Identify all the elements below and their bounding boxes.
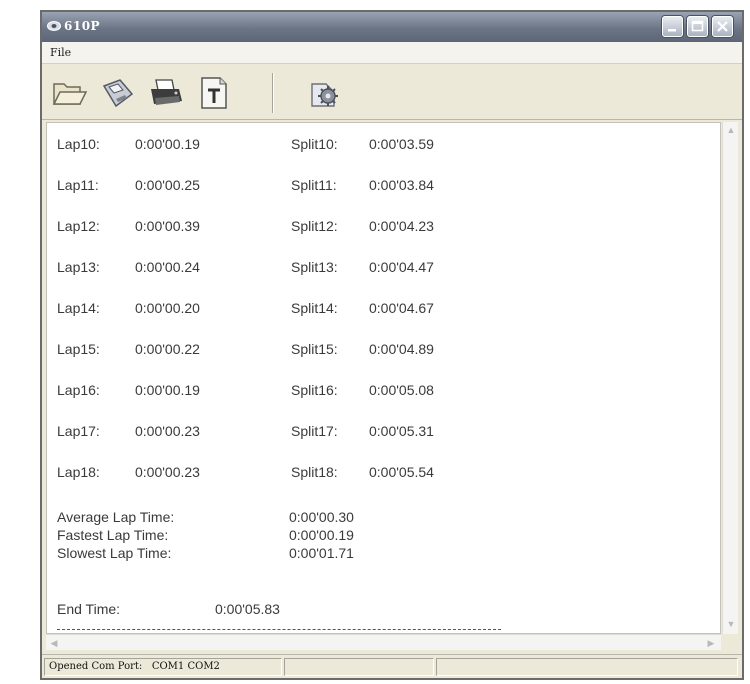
app-icon bbox=[47, 21, 61, 31]
text-export-button[interactable] bbox=[194, 74, 234, 112]
scroll-right-icon[interactable]: ▶ bbox=[703, 635, 719, 651]
text-document-icon bbox=[201, 77, 227, 109]
horizontal-scrollbar[interactable]: ◀ ▶ bbox=[46, 634, 721, 650]
open-folder-icon bbox=[52, 83, 88, 105]
average-lap-value: 0:00'00.30 bbox=[289, 509, 354, 525]
lap-row: Lap13: 0:00'00.24 Split13: 0:00'04.47 bbox=[47, 259, 547, 279]
end-time-value: 0:00'05.83 bbox=[215, 601, 280, 617]
lap-time: 0:00'00.23 bbox=[135, 464, 200, 480]
app-window: 610P File Lap10: 0:00'00.19 Split10: 0:0… bbox=[40, 10, 744, 680]
title-bar[interactable]: 610P bbox=[42, 12, 742, 42]
lap-label: Lap16: bbox=[57, 382, 100, 398]
settings-button[interactable] bbox=[304, 74, 344, 112]
scroll-down-icon[interactable]: ▼ bbox=[723, 616, 739, 632]
scroll-left-icon[interactable]: ◀ bbox=[46, 635, 62, 651]
lap-label: Lap11: bbox=[57, 177, 99, 193]
slowest-lap-value: 0:00'01.71 bbox=[289, 545, 354, 561]
lap-time: 0:00'00.20 bbox=[135, 300, 200, 316]
split-time: 0:00'04.67 bbox=[369, 300, 434, 316]
lap-time: 0:00'00.23 bbox=[135, 423, 200, 439]
split-time: 0:00'03.84 bbox=[369, 177, 434, 193]
close-icon bbox=[717, 21, 728, 32]
menu-file[interactable]: File bbox=[50, 46, 71, 59]
lap-time: 0:00'00.19 bbox=[135, 136, 200, 152]
split-label: Split13: bbox=[291, 259, 338, 275]
fastest-lap-value: 0:00'00.19 bbox=[289, 527, 354, 543]
lap-label: Lap18: bbox=[57, 464, 100, 480]
split-time: 0:00'04.89 bbox=[369, 341, 434, 357]
lap-row: Lap14: 0:00'00.20 Split14: 0:00'04.67 bbox=[47, 300, 547, 320]
lap-time: 0:00'00.39 bbox=[135, 218, 200, 234]
lap-label: Lap14: bbox=[57, 300, 100, 316]
split-label: Split15: bbox=[291, 341, 338, 357]
status-panel bbox=[436, 658, 738, 676]
vertical-scrollbar[interactable]: ▲ ▼ bbox=[722, 122, 738, 634]
split-label: Split12: bbox=[291, 218, 338, 234]
split-label: Split10: bbox=[291, 136, 338, 152]
scroll-up-icon[interactable]: ▲ bbox=[723, 122, 739, 138]
fastest-lap-label: Fastest Lap Time: bbox=[57, 527, 169, 543]
lap-label: Lap17: bbox=[57, 423, 100, 439]
toolbar-separator bbox=[272, 73, 274, 113]
split-label: Split16: bbox=[291, 382, 338, 398]
print-button[interactable] bbox=[146, 74, 186, 112]
lap-time: 0:00'00.24 bbox=[135, 259, 200, 275]
split-label: Split18: bbox=[291, 464, 338, 480]
average-lap-label: Average Lap Time: bbox=[57, 509, 175, 525]
split-time: 0:00'05.54 bbox=[369, 464, 434, 480]
close-button[interactable] bbox=[712, 16, 733, 37]
lap-row: Lap11: 0:00'00.25 Split11: 0:00'03.84 bbox=[47, 177, 547, 197]
lap-time: 0:00'00.25 bbox=[135, 177, 200, 193]
lap-label: Lap15: bbox=[57, 341, 100, 357]
toolbar bbox=[42, 65, 742, 120]
lap-row: Lap18: 0:00'00.23 Split18: 0:00'05.54 bbox=[47, 464, 547, 484]
end-time-label: End Time: bbox=[57, 601, 121, 617]
lap-label: Lap13: bbox=[57, 259, 100, 275]
printer-icon bbox=[151, 79, 182, 105]
status-bar: Opened Com Port: COM1 COM2 bbox=[42, 654, 742, 678]
save-button[interactable] bbox=[98, 74, 138, 112]
slowest-lap-label: Slowest Lap Time: bbox=[57, 545, 172, 561]
split-time: 0:00'05.31 bbox=[369, 423, 434, 439]
lap-time: 0:00'00.22 bbox=[135, 341, 200, 357]
open-button[interactable] bbox=[50, 74, 90, 112]
split-label: Split14: bbox=[291, 300, 338, 316]
split-time: 0:00'04.47 bbox=[369, 259, 434, 275]
status-panel: Opened Com Port: COM1 COM2 bbox=[44, 658, 282, 676]
split-time: 0:00'03.59 bbox=[369, 136, 434, 152]
split-time: 0:00'04.23 bbox=[369, 218, 434, 234]
results-pane[interactable]: Lap10: 0:00'00.19 Split10: 0:00'03.59 La… bbox=[46, 122, 721, 634]
minimize-icon bbox=[668, 29, 676, 32]
lap-label: Lap12: bbox=[57, 218, 100, 234]
window-title: 610P bbox=[64, 19, 101, 33]
settings-gear-icon bbox=[311, 83, 338, 107]
status-panel bbox=[284, 658, 434, 676]
maximize-icon bbox=[691, 20, 704, 32]
split-time: 0:00'05.08 bbox=[369, 382, 434, 398]
lap-row: Lap10: 0:00'00.19 Split10: 0:00'03.59 bbox=[47, 136, 547, 156]
split-label: Split17: bbox=[291, 423, 338, 439]
save-disk-icon bbox=[102, 79, 134, 108]
lap-time: 0:00'00.19 bbox=[135, 382, 200, 398]
minimize-button[interactable] bbox=[662, 16, 683, 37]
lap-row: Lap16: 0:00'00.19 Split16: 0:00'05.08 bbox=[47, 382, 547, 402]
maximize-button[interactable] bbox=[687, 16, 708, 37]
com-port-status: Opened Com Port: COM1 COM2 bbox=[49, 661, 220, 672]
lap-row: Lap12: 0:00'00.39 Split12: 0:00'04.23 bbox=[47, 218, 547, 238]
lap-row: Lap17: 0:00'00.23 Split17: 0:00'05.31 bbox=[47, 423, 547, 443]
divider bbox=[57, 629, 501, 630]
split-label: Split11: bbox=[291, 177, 337, 193]
menu-bar: File bbox=[42, 42, 742, 64]
lap-row: Lap15: 0:00'00.22 Split15: 0:00'04.89 bbox=[47, 341, 547, 361]
lap-label: Lap10: bbox=[57, 136, 100, 152]
